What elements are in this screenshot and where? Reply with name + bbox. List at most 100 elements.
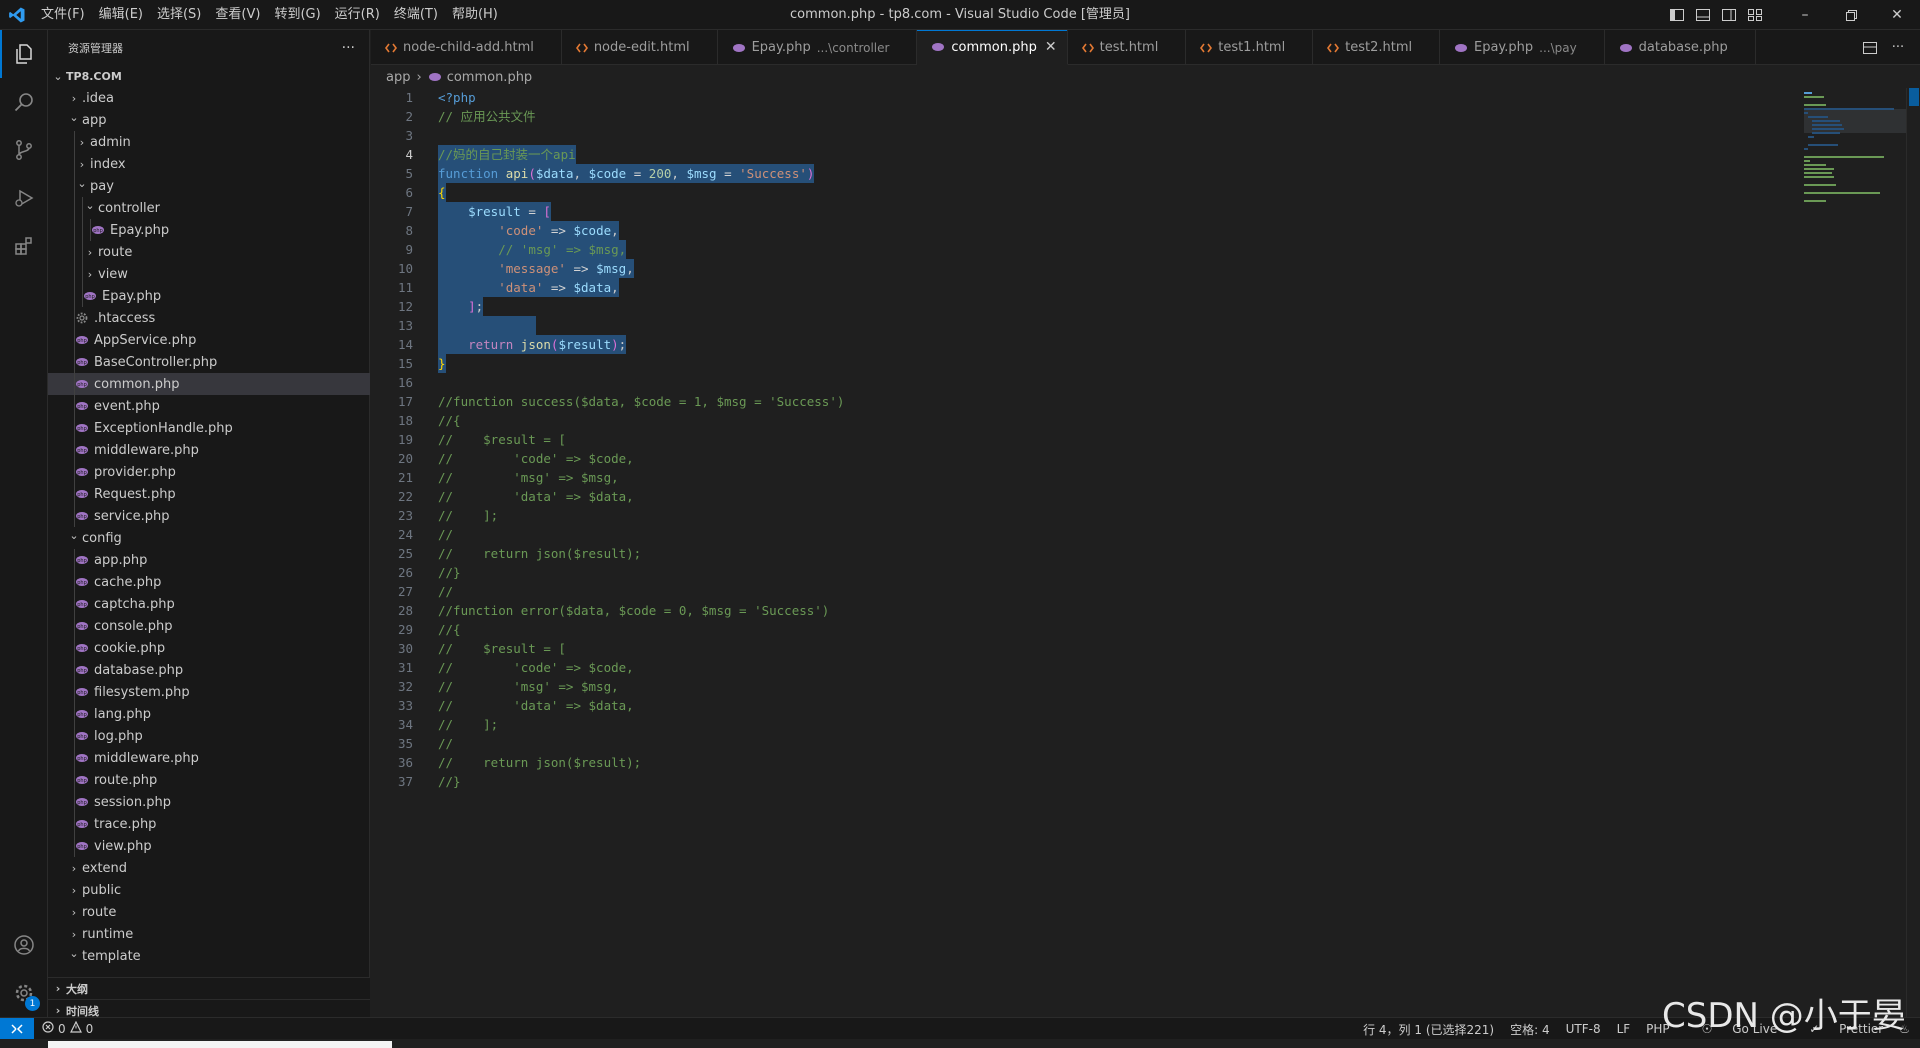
tree-folder[interactable]: ⌄ template — [48, 945, 370, 967]
tree-file[interactable]: php AppService.php — [48, 329, 370, 351]
toggle-primary-sidebar-icon[interactable] — [1664, 0, 1690, 30]
close-tab-icon[interactable] — [1585, 40, 1594, 56]
tree-folder[interactable]: › view — [48, 263, 370, 285]
code-line[interactable]: 24 // — [371, 525, 1920, 544]
tree-file[interactable]: php service.php — [48, 505, 370, 527]
code-line[interactable]: 30 // $result = [ — [371, 639, 1920, 658]
tree-file[interactable]: php cookie.php — [48, 637, 370, 659]
code-line[interactable]: 36 // return json($result); — [371, 753, 1920, 772]
close-tab-icon[interactable] — [1166, 40, 1175, 56]
close-tab-icon[interactable] — [897, 40, 906, 56]
code-line[interactable]: 29 //{ — [371, 620, 1920, 639]
close-tab-icon[interactable] — [698, 40, 707, 56]
code-line[interactable]: 18 //{ — [371, 411, 1920, 430]
code-line[interactable]: 17 //function success($data, $code = 1, $… — [371, 392, 1920, 411]
tree-folder[interactable]: › index — [48, 153, 370, 175]
tree-file[interactable]: php log.php — [48, 725, 370, 747]
tree-file[interactable]: php BaseController.php — [48, 351, 370, 373]
encoding[interactable]: UTF-8 — [1566, 1022, 1601, 1036]
tree-file[interactable]: php cache.php — [48, 571, 370, 593]
menu-help[interactable]: 帮助(H) — [445, 0, 505, 30]
code-line[interactable]: 21 // 'msg' => $msg, — [371, 468, 1920, 487]
code-line[interactable]: 23 // ]; — [371, 506, 1920, 525]
tree-file[interactable]: php Epay.php — [48, 285, 370, 307]
more-actions-icon[interactable]: ··· — [1884, 40, 1912, 55]
search-icon[interactable] — [0, 78, 48, 126]
menu-run[interactable]: 运行(R) — [328, 0, 387, 30]
tree-folder[interactable]: › .idea — [48, 87, 370, 109]
code-line[interactable]: 25 // return json($result); — [371, 544, 1920, 563]
tree-file[interactable]: php ExceptionHandle.php — [48, 417, 370, 439]
split-editor-icon[interactable] — [1856, 41, 1884, 55]
code-line[interactable]: 6{ — [371, 183, 1920, 202]
code-line[interactable]: 2 // 应用公共文件 — [371, 107, 1920, 126]
tab-epay-php[interactable]: Epay.php ...\pay — [1440, 30, 1605, 65]
tree-file[interactable]: php Request.php — [48, 483, 370, 505]
code-line[interactable]: 13 — [371, 316, 1920, 335]
breadcrumb-file[interactable]: common.php — [447, 70, 533, 85]
code-line[interactable]: 1 <?php — [371, 88, 1920, 107]
tab-node-edit-html[interactable]: node-edit.html — [562, 30, 718, 65]
tab-node-child-add-html[interactable]: node-child-add.html — [371, 30, 562, 65]
tree-file[interactable]: php middleware.php — [48, 747, 370, 769]
cursor-position[interactable]: 行 4，列 1 (已选择221) — [1363, 1021, 1494, 1038]
outline-section[interactable]: › 大纲 — [48, 977, 370, 999]
tree-file[interactable]: php session.php — [48, 791, 370, 813]
code-line[interactable]: 15} — [371, 354, 1920, 373]
tree-file[interactable]: php middleware.php — [48, 439, 370, 461]
code-line[interactable]: 16 — [371, 373, 1920, 392]
tree-file[interactable]: php database.php — [48, 659, 370, 681]
code-line[interactable]: 33 // 'data' => $data, — [371, 696, 1920, 715]
toggle-secondary-sidebar-icon[interactable] — [1716, 0, 1742, 30]
tree-file[interactable]: php trace.php — [48, 813, 370, 835]
more-actions-icon[interactable]: ··· — [342, 40, 355, 56]
run-debug-icon[interactable] — [0, 174, 48, 222]
code-line[interactable]: 28 //function error($data, $code = 0, $ms… — [371, 601, 1920, 620]
tab-epay-php[interactable]: Epay.php ...\controller — [718, 30, 918, 65]
tab-test1-html[interactable]: test1.html — [1186, 30, 1314, 65]
menu-edit[interactable]: 编辑(E) — [92, 0, 150, 30]
tab-test2-html[interactable]: test2.html — [1313, 30, 1440, 65]
tree-folder[interactable]: ⌄ app — [48, 109, 370, 131]
tree-folder[interactable]: › extend — [48, 857, 370, 879]
tree-file[interactable]: php route.php — [48, 769, 370, 791]
explorer-icon[interactable] — [0, 30, 48, 78]
taskbar-search[interactable] — [48, 1041, 392, 1048]
close-window-icon[interactable]: ✕ — [1874, 0, 1920, 30]
vscode-logo-icon[interactable] — [0, 6, 34, 24]
tab-database-php[interactable]: database.php — [1605, 30, 1756, 65]
code-line[interactable]: 7 $result = [ — [371, 202, 1920, 221]
menu-selection[interactable]: 选择(S) — [150, 0, 208, 30]
tree-folder[interactable]: ⌄ controller — [48, 197, 370, 219]
tree-folder[interactable]: › route — [48, 901, 370, 923]
tree-file[interactable]: php lang.php — [48, 703, 370, 725]
tree-file[interactable]: php provider.php — [48, 461, 370, 483]
source-control-icon[interactable] — [0, 126, 48, 174]
tree-folder[interactable]: ⌄ pay — [48, 175, 370, 197]
extensions-icon[interactable] — [0, 222, 48, 270]
code-line[interactable]: 12 ]; — [371, 297, 1920, 316]
code-line[interactable]: 35 // — [371, 734, 1920, 753]
tree-file[interactable]: php console.php — [48, 615, 370, 637]
tree-file[interactable]: php Epay.php — [48, 219, 370, 241]
code-editor[interactable]: 1 <?php 2// 应用公共文件 3 4//妈的自己封装一个api 5 function… — [371, 88, 1920, 1017]
code-line[interactable]: 32 // 'msg' => $msg, — [371, 677, 1920, 696]
close-tab-icon[interactable] — [1293, 40, 1302, 56]
tree-folder[interactable]: ⌄ config — [48, 527, 370, 549]
tree-file[interactable]: php event.php — [48, 395, 370, 417]
tree-file[interactable]: php view.php — [48, 835, 370, 857]
remote-indicator-icon[interactable] — [0, 1017, 34, 1040]
code-line[interactable]: 22 // 'data' => $data, — [371, 487, 1920, 506]
tree-folder[interactable]: › runtime — [48, 923, 370, 945]
menu-go[interactable]: 转到(G) — [267, 0, 327, 30]
menu-file[interactable]: 文件(F) — [34, 0, 92, 30]
menu-terminal[interactable]: 终端(T) — [387, 0, 445, 30]
code-line[interactable]: 11 'data' => $data, — [371, 278, 1920, 297]
restore-icon[interactable] — [1828, 0, 1874, 30]
code-line[interactable]: 8 'code' => $code, — [371, 221, 1920, 240]
code-line[interactable]: 34 // ]; — [371, 715, 1920, 734]
code-lines[interactable]: 1 <?php 2// 应用公共文件 3 4//妈的自己封装一个api 5 function… — [371, 88, 1920, 791]
code-line[interactable]: 19 // $result = [ — [371, 430, 1920, 449]
editor-scrollbar[interactable] — [1906, 88, 1920, 1017]
workspace-root[interactable]: ⌄ TP8.COM — [48, 65, 370, 87]
